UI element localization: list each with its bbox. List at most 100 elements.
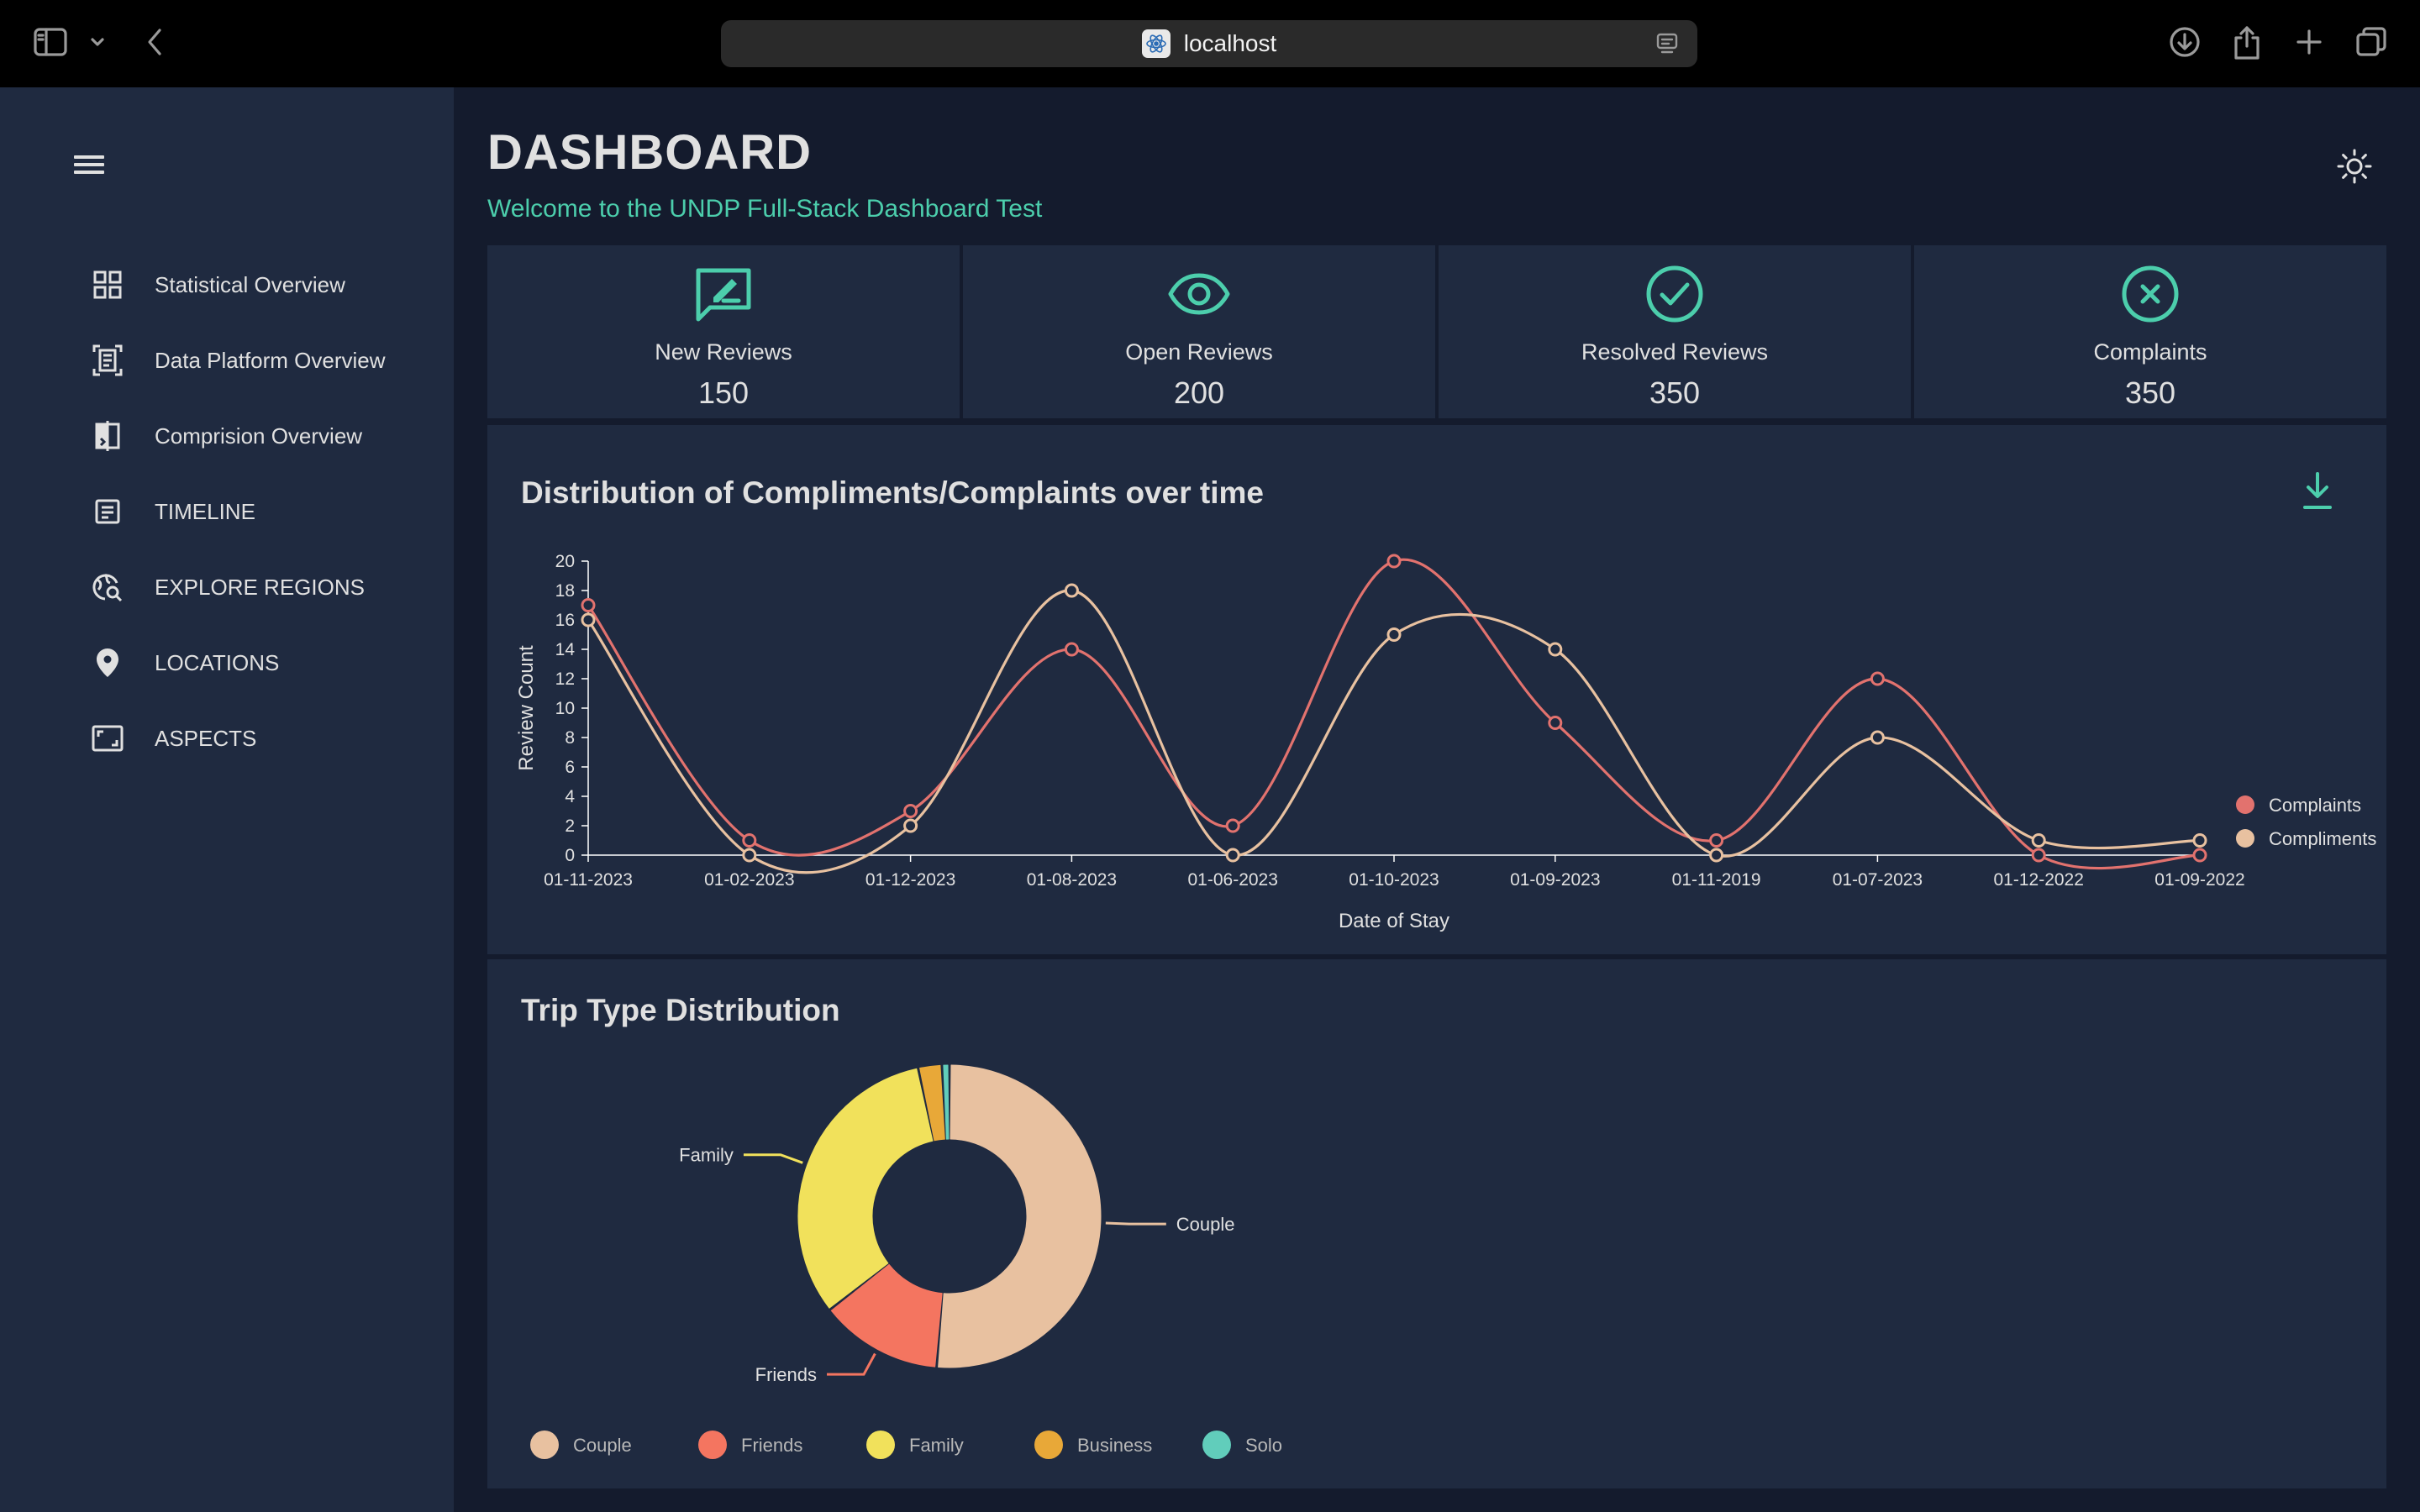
legend-label: Complaints (2269, 795, 2361, 816)
pie-label-link (1105, 1221, 1166, 1226)
pie-label-link (827, 1352, 876, 1376)
legend-label: Family (909, 1435, 964, 1456)
back-arrow-icon[interactable] (134, 22, 175, 62)
legend-marker-couple (530, 1431, 559, 1459)
new-tab-icon[interactable] (2289, 22, 2329, 62)
x-tick-label: 01-02-2023 (704, 870, 794, 890)
x-axis-label: Date of Stay (1339, 910, 1449, 932)
stat-value: 350 (1649, 375, 1701, 410)
sidebar-item-explore-regions[interactable]: EXPLORE REGIONS (0, 549, 454, 625)
y-tick-label: 8 (565, 728, 575, 748)
check-circle-icon (1643, 262, 1707, 326)
pie-chart: Couple Friends Family Couple Friends Family Bu… (530, 1064, 1282, 1459)
compare-icon (91, 419, 124, 453)
data-point-complaints (903, 804, 918, 818)
y-tick-label: 0 (565, 846, 575, 865)
pie-slice-label: Couple (1176, 1214, 1235, 1235)
timeline-icon (91, 495, 124, 528)
stat-value: 150 (697, 375, 750, 410)
data-point-compliments (1709, 848, 1724, 863)
cancel-circle-icon (2118, 262, 2182, 326)
x-tick-label: 01-06-2023 (1187, 870, 1277, 890)
sidebar-item-label: Comprision Overview (155, 423, 363, 449)
data-point-compliments (1225, 848, 1240, 863)
share-icon[interactable] (2227, 22, 2267, 62)
legend-marker-family (866, 1431, 895, 1459)
x-tick-label: 01-11-2023 (544, 870, 633, 890)
sidebar-item-label: TIMELINE (155, 498, 255, 524)
sidebar-nav: Statistical Overview Data Platform Overv… (0, 247, 454, 776)
stat-label: New Reviews (655, 339, 792, 365)
address-bar[interactable]: localhost (721, 20, 1697, 67)
data-point-complaints (2031, 848, 2046, 863)
series-line-complaints (587, 558, 2201, 870)
legend-label: Friends (741, 1435, 802, 1456)
stat-label: Resolved Reviews (1581, 339, 1769, 365)
light-mode-icon[interactable] (2336, 148, 2373, 185)
legend-label: Compliments (2269, 828, 2376, 849)
data-point-complaints (1870, 671, 1885, 686)
legend-marker-business (1034, 1431, 1063, 1459)
sidebar-toggle-icon[interactable] (30, 22, 71, 62)
sidebar-item-label: EXPLORE REGIONS (155, 574, 365, 600)
document-scan-icon (91, 344, 124, 377)
legend-label: Solo (1245, 1435, 1282, 1456)
stat-value: 200 (1173, 375, 1225, 410)
sidebar-item-aspects[interactable]: ASPECTS (0, 701, 454, 776)
download-icon[interactable] (2165, 22, 2205, 62)
y-tick-label: 16 (555, 611, 575, 630)
y-tick-label: 6 (565, 758, 575, 777)
data-point-complaints (1064, 642, 1079, 657)
react-icon (1141, 29, 1171, 58)
sidebar-item-label: ASPECTS (155, 725, 257, 751)
pie-slice-label: Family (679, 1145, 734, 1166)
y-tick-label: 20 (555, 552, 575, 571)
tab-overview-icon[interactable] (2351, 22, 2391, 62)
page-title: DASHBOARD (487, 125, 812, 180)
legend-label: Couple (573, 1435, 632, 1456)
sidebar-item-comprision-overview[interactable]: Comprision Overview (0, 398, 454, 474)
reader-mode-icon[interactable] (1655, 32, 1679, 60)
sidebar-item-statistical-overview[interactable]: Statistical Overview (0, 247, 454, 323)
sidebar-item-label: LOCATIONS (155, 649, 280, 675)
sidebar: Statistical Overview Data Platform Overv… (0, 87, 454, 1512)
page-subtitle: Welcome to the UNDP Full-Stack Dashboard… (487, 195, 1043, 223)
y-axis-label: Review Count (515, 645, 538, 771)
data-point-complaints (2192, 848, 2207, 863)
stats-row: New Reviews 150 Open Reviews 200 Resolve… (487, 245, 2386, 418)
legend-label: Business (1077, 1435, 1152, 1456)
data-point-complaints (1709, 833, 1724, 848)
eye-icon (1167, 262, 1231, 326)
grid-icon (91, 268, 124, 302)
data-point-compliments (581, 612, 596, 627)
chevron-down-icon[interactable] (77, 22, 118, 62)
sidebar-item-locations[interactable]: LOCATIONS (0, 625, 454, 701)
location-pin-icon (91, 646, 124, 680)
sidebar-item-label: Statistical Overview (155, 271, 345, 297)
y-tick-label: 14 (555, 640, 576, 659)
x-tick-label: 01-09-2022 (2154, 870, 2244, 890)
data-point-complaints (1386, 554, 1402, 569)
data-point-compliments (2031, 833, 2046, 848)
y-tick-label: 12 (555, 669, 575, 689)
data-point-compliments (1548, 642, 1563, 657)
x-tick-label: 01-11-2019 (1672, 870, 1761, 890)
menu-icon[interactable] (74, 151, 104, 181)
stat-card-complaints: Complaints 350 (1914, 245, 2386, 418)
data-point-compliments (742, 848, 757, 863)
stat-label: Open Reviews (1125, 339, 1273, 365)
sidebar-item-data-platform-overview[interactable]: Data Platform Overview (0, 323, 454, 398)
y-tick-label: 2 (565, 816, 575, 836)
y-tick-label: 10 (555, 699, 575, 718)
x-tick-label: 01-08-2023 (1027, 870, 1117, 890)
sidebar-item-timeline[interactable]: TIMELINE (0, 474, 454, 549)
x-tick-label: 01-07-2023 (1833, 870, 1923, 890)
line-chart-panel: Distribution of Compliments/Complaints o… (487, 425, 2386, 954)
data-point-compliments (903, 818, 918, 833)
pie-chart-panel: Trip Type Distribution Couple Friends Fami… (487, 959, 2386, 1488)
stat-card-resolved-reviews: Resolved Reviews 350 (1439, 245, 1911, 418)
data-point-complaints (1548, 716, 1563, 730)
legend-marker-solo (1202, 1431, 1231, 1459)
travel-explore-icon (91, 570, 124, 604)
data-point-complaints (742, 833, 757, 848)
